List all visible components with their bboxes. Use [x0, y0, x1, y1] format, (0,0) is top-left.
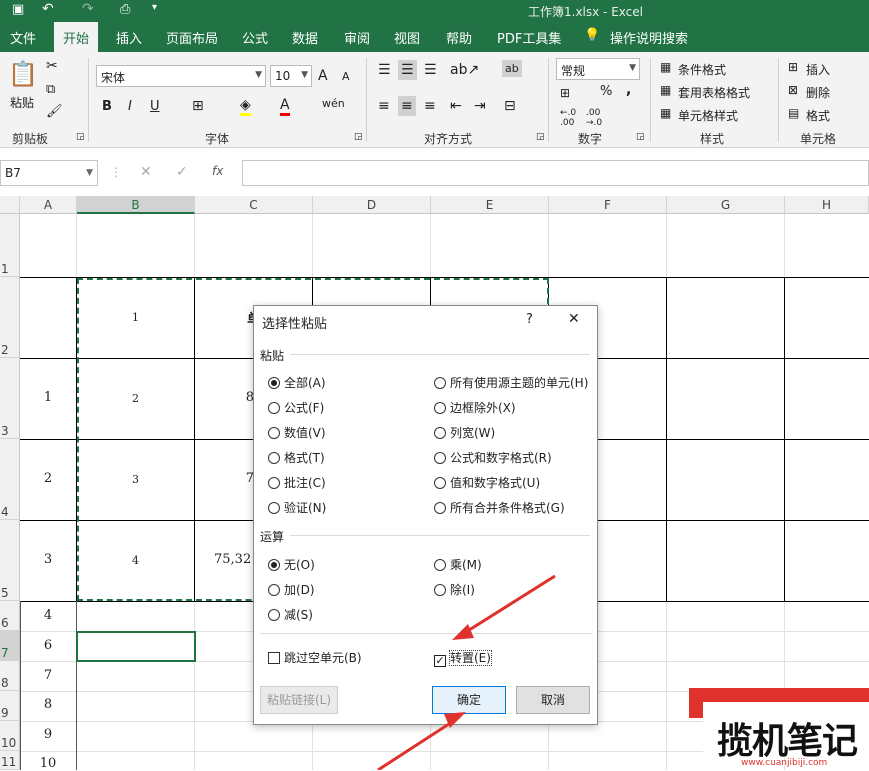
- arrow-to-ok: [377, 720, 453, 770]
- annotation-arrows: [377, 574, 556, 770]
- watermark-url: www.cuanjibiji.com: [741, 758, 828, 768]
- arrow-to-transpose: [465, 574, 556, 634]
- watermark-logo: 揽机笔记 www.cuanjibiji.com: [689, 688, 869, 770]
- arrow-head-transpose: [452, 624, 474, 640]
- watermark-text: 揽机笔记: [717, 721, 858, 762]
